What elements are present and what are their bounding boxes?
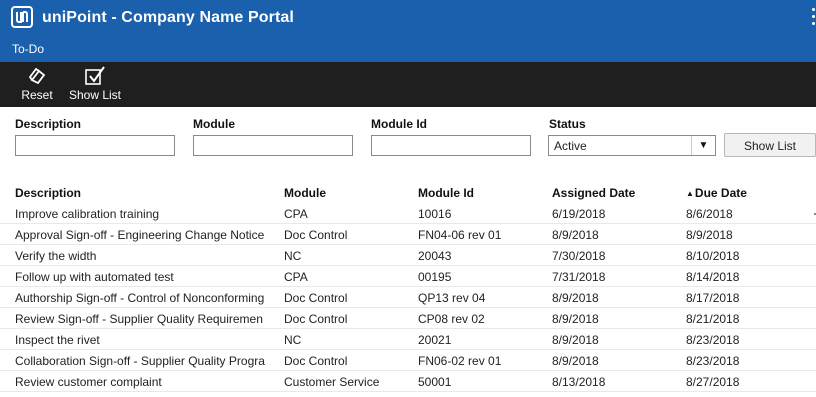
column-header-module[interactable]: Module <box>284 186 409 200</box>
module-filter-input[interactable] <box>193 135 353 156</box>
show-list-button[interactable]: Show List <box>724 133 816 157</box>
cell-module: Doc Control <box>284 354 348 368</box>
table-row[interactable]: Authorship Sign-off - Control of Nonconf… <box>0 287 816 308</box>
cell-due-date: 8/17/2018 <box>686 291 740 305</box>
module-id-filter-label: Module Id <box>371 117 427 131</box>
reset-label: Reset <box>21 88 53 102</box>
column-header-description[interactable]: Description <box>15 186 275 200</box>
cell-description: Improve calibration training <box>15 207 160 221</box>
column-header-assigned-date[interactable]: Assigned Date <box>552 186 677 200</box>
cell-assigned-date: 7/30/2018 <box>552 249 606 263</box>
table-row[interactable]: Inspect the rivet NC 20021 8/9/2018 8/23/201… <box>0 329 816 350</box>
table-header: Description Module Module Id Assigned Da… <box>0 181 816 203</box>
cell-assigned-date: 8/13/2018 <box>552 375 606 389</box>
cell-assigned-date: 8/9/2018 <box>552 354 599 368</box>
cell-assigned-date: 6/19/2018 <box>552 207 606 221</box>
show-list-label: Show List <box>68 88 122 102</box>
cell-module: CPA <box>284 270 308 284</box>
cell-module-id: QP13 rev 04 <box>418 291 486 305</box>
due-date-header-label: Due Date <box>694 186 747 200</box>
cell-module: NC <box>284 249 302 263</box>
title-bar: uniPoint - Company Name Portal <box>0 0 816 37</box>
column-header-due-date[interactable]: ▲Due Date <box>686 186 796 200</box>
cell-module: Doc Control <box>284 312 348 326</box>
todo-table: Description Module Module Id Assigned Da… <box>0 181 816 392</box>
cell-module: CPA <box>284 207 308 221</box>
cell-module: Doc Control <box>284 291 348 305</box>
cell-due-date: 8/23/2018 <box>686 354 740 368</box>
toolbar: Reset Show List <box>0 62 816 107</box>
sort-ascending-icon: ▲ <box>686 189 694 198</box>
cell-module: Customer Service <box>284 375 380 389</box>
tab-todo[interactable]: To-Do <box>0 37 55 62</box>
module-filter-label: Module <box>193 117 235 131</box>
cell-module: NC <box>284 333 302 347</box>
cell-due-date: 8/9/2018 <box>686 228 733 242</box>
table-row[interactable]: Verify the width NC 20043 7/30/2018 8/10/201… <box>0 245 816 266</box>
cell-module-id: FN06-02 rev 01 <box>418 354 502 368</box>
table-row[interactable]: Review customer complaint Customer Servic… <box>0 371 816 392</box>
cell-module-id: 50001 <box>418 375 452 389</box>
cell-due-date: 8/6/2018 <box>686 207 733 221</box>
table-row[interactable]: Improve calibration training CPA 10016 6/19… <box>0 203 816 224</box>
cell-assigned-date: 7/31/2018 <box>552 270 606 284</box>
status-value: Active <box>554 139 587 153</box>
table-row[interactable]: Review Sign-off - Supplier Quality Requi… <box>0 308 816 329</box>
cell-module-id: 00195 <box>418 270 452 284</box>
reset-button[interactable]: Reset <box>17 65 57 102</box>
table-row[interactable]: Approval Sign-off - Engineering Change N… <box>0 224 816 245</box>
checkbox-check-icon <box>64 65 126 87</box>
cell-assigned-date: 8/9/2018 <box>552 312 599 326</box>
cell-due-date: 8/23/2018 <box>686 333 740 347</box>
cell-due-date: 8/14/2018 <box>686 270 740 284</box>
cell-due-date: 8/10/2018 <box>686 249 740 263</box>
cell-module-id: FN04-06 rev 01 <box>418 228 502 242</box>
cell-due-date: 8/27/2018 <box>686 375 740 389</box>
cell-description: Approval Sign-off - Engineering Change N… <box>15 228 265 242</box>
app-title: uniPoint - Company Name Portal <box>42 9 294 26</box>
cell-description: Follow up with automated test <box>15 270 174 284</box>
unipoint-logo-icon <box>11 6 33 28</box>
module-id-filter-input[interactable] <box>371 135 531 156</box>
status-filter-label: Status <box>549 117 586 131</box>
cell-assigned-date: 8/9/2018 <box>552 228 599 242</box>
cell-description: Verify the width <box>15 249 97 263</box>
cell-due-date: 8/21/2018 <box>686 312 740 326</box>
description-filter-label: Description <box>15 117 82 131</box>
cell-module-id: 20043 <box>418 249 452 263</box>
eraser-icon <box>17 65 57 87</box>
cell-description: Review customer complaint <box>15 375 162 389</box>
status-select[interactable]: Active ▼ <box>548 135 716 156</box>
table-row[interactable]: Follow up with automated test CPA 00195 7/3… <box>0 266 816 287</box>
cell-module-id: 10016 <box>418 207 452 221</box>
filter-panel: Description Module Module Id Status Acti… <box>0 107 816 167</box>
cell-module-id: CP08 rev 02 <box>418 312 485 326</box>
cell-assigned-date: 8/9/2018 <box>552 291 599 305</box>
cell-description: Review Sign-off - Supplier Quality Requi… <box>15 312 263 326</box>
show-list-toolbar-button[interactable]: Show List <box>64 65 126 102</box>
description-filter-input[interactable] <box>15 135 175 156</box>
table-row[interactable]: Collaboration Sign-off - Supplier Qualit… <box>0 350 816 371</box>
cell-description: Collaboration Sign-off - Supplier Qualit… <box>15 354 265 368</box>
cell-description: Inspect the rivet <box>15 333 100 347</box>
cell-module: Doc Control <box>284 228 348 242</box>
dropdown-arrow-icon[interactable]: ▼ <box>691 136 715 155</box>
cell-module-id: 20021 <box>418 333 452 347</box>
tab-bar: To-Do <box>0 37 816 62</box>
table-body: Improve calibration training CPA 10016 6/19… <box>0 203 816 392</box>
cell-description: Authorship Sign-off - Control of Nonconf… <box>15 291 265 305</box>
column-header-module-id[interactable]: Module Id <box>418 186 543 200</box>
kebab-menu-icon[interactable] <box>810 8 816 30</box>
cell-assigned-date: 8/9/2018 <box>552 333 599 347</box>
